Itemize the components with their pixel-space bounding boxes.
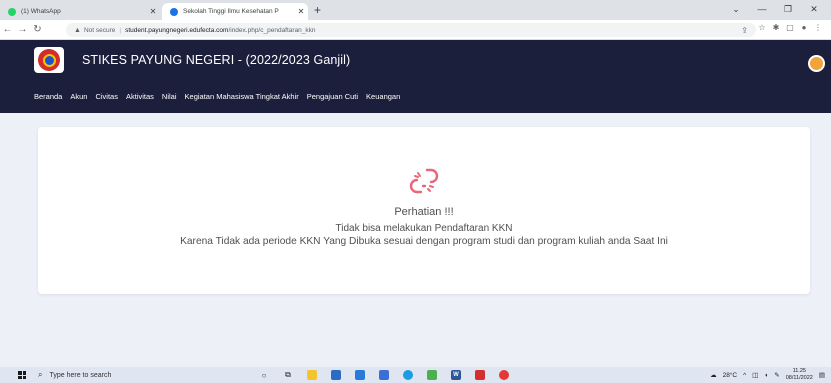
close-window-icon[interactable]: ✕ [801, 2, 827, 16]
taskbar-search[interactable]: ⌕ Type here to search [38, 368, 238, 382]
restore-icon[interactable]: ❐ [775, 2, 801, 16]
window-controls: ⌄ — ❐ ✕ [723, 2, 827, 16]
notifications-icon[interactable]: ▤ [819, 371, 825, 379]
pen-icon[interactable]: ✎ [774, 371, 779, 379]
profile-icon[interactable]: ● [797, 23, 811, 32]
menu-item-civitas[interactable]: Civitas [95, 92, 118, 101]
sidepanel-icon[interactable]: ▢ [783, 23, 797, 32]
tab-search-icon[interactable]: ⌄ [723, 2, 749, 16]
menu-item-aktivitas[interactable]: Aktivitas [126, 92, 154, 101]
weather-temp[interactable]: 28°C [723, 372, 738, 379]
tab-title: (1) WhatsApp [21, 8, 61, 15]
notice-line-2: Karena Tidak ada periode KKN Yang Dibuka… [180, 236, 668, 247]
security-label: Not secure [83, 26, 116, 34]
file-explorer-icon[interactable] [304, 369, 320, 381]
clock-date: 08/11/2022 [785, 375, 813, 381]
notice-title: Perhatian !!! [394, 206, 454, 218]
notice-card: Perhatian !!! Tidak bisa melakukan Penda… [38, 127, 810, 294]
minimize-icon[interactable]: — [749, 2, 775, 16]
tab-whatsapp[interactable]: (1) WhatsApp ✕ [0, 3, 160, 20]
system-tray: ☁ 28°C ^ ◫ ◖ ✎ 11.25 08/11/2022 ▤ [710, 368, 825, 382]
main-content: Perhatian !!! Tidak bisa melakukan Penda… [0, 113, 831, 367]
tab-stikes[interactable]: Sekolah Tinggi Ilmu Kesehatan P ✕ [162, 3, 308, 20]
user-avatar[interactable] [808, 55, 825, 72]
photos-icon[interactable] [424, 369, 440, 381]
url-path: /index.php/c_pendaftaran_kkn [228, 26, 316, 34]
tab-strip: (1) WhatsApp ✕ Sekolah Tinggi Ilmu Keseh… [0, 0, 831, 20]
close-tab-icon[interactable]: ✕ [146, 7, 160, 16]
menu-dots-icon[interactable]: ⋮ [811, 23, 825, 32]
browser-toolbar: ← → ↻ ▲ Not secure | student.payungneger… [0, 20, 831, 40]
broken-link-icon [409, 168, 439, 194]
menu-item-keuangan[interactable]: Keuangan [366, 92, 400, 101]
menu-item-pengajuan-cuti[interactable]: Pengajuan Cuti [307, 92, 358, 101]
chrome-icon[interactable] [496, 369, 512, 381]
extensions-icon[interactable]: ✱ [769, 23, 783, 32]
volume-icon[interactable]: ◖ [764, 372, 768, 379]
clock[interactable]: 11.25 08/11/2022 [786, 368, 813, 382]
main-menu: Beranda Akun Civitas Aktivitas Nilai Keg… [34, 92, 400, 101]
close-tab-icon[interactable]: ✕ [294, 7, 308, 16]
edge-icon[interactable] [400, 369, 416, 381]
search-placeholder: Type here to search [49, 371, 112, 379]
browser-window: (1) WhatsApp ✕ Sekolah Tinggi Ilmu Keseh… [0, 0, 831, 383]
taskbar-apps: ○ ⧉ W [256, 369, 512, 381]
search-icon: ⌕ [38, 370, 43, 379]
school-logo[interactable] [34, 47, 64, 73]
task-view-icon[interactable]: ⧉ [280, 369, 296, 381]
logo-emblem-icon [38, 49, 60, 71]
windows-taskbar: ⌕ Type here to search ○ ⧉ W ☁ 28°C ^ ◫ ◖… [0, 367, 831, 383]
share-icon[interactable]: ⇪ [741, 26, 748, 35]
weather-icon[interactable]: ☁ [710, 371, 717, 379]
new-tab-button[interactable]: + [314, 3, 321, 17]
site-favicon-icon [170, 7, 178, 16]
toolbar-icons: ☆ ✱ ▢ ● ⋮ [755, 23, 825, 32]
mail-icon[interactable] [352, 369, 368, 381]
tray-chevron-icon[interactable]: ^ [743, 372, 746, 379]
pdf-icon[interactable] [472, 369, 488, 381]
address-bar[interactable]: ▲ Not secure | student.payungnegeri.eduf… [66, 23, 756, 37]
word-icon[interactable]: W [448, 369, 464, 381]
forward-icon[interactable]: → [15, 24, 30, 35]
network-icon[interactable]: ◫ [752, 371, 758, 379]
bookmark-star-icon[interactable]: ☆ [755, 23, 769, 32]
teams-icon[interactable] [376, 369, 392, 381]
tab-title: Sekolah Tinggi Ilmu Kesehatan P [183, 8, 279, 15]
clock-time: 11.25 [792, 368, 806, 374]
menu-item-nilai[interactable]: Nilai [162, 92, 177, 101]
menu-item-beranda[interactable]: Beranda [34, 92, 62, 101]
windows-start-icon[interactable] [18, 371, 26, 379]
notice-line-1: Tidak bisa melakukan Pendaftaran KKN [335, 223, 513, 234]
reload-icon[interactable]: ↻ [30, 24, 45, 35]
back-icon[interactable]: ← [0, 24, 15, 35]
menu-item-akun[interactable]: Akun [70, 92, 87, 101]
menu-item-kegiatan-mahasiswa[interactable]: Kegiatan Mahasiswa Tingkat Akhir [185, 92, 299, 101]
site-title: STIKES PAYUNG NEGERI - (2022/2023 Ganjil… [82, 53, 351, 67]
site-header: STIKES PAYUNG NEGERI - (2022/2023 Ganjil… [0, 40, 831, 113]
url-host: student.payungnegeri.edufecta.com [125, 26, 229, 34]
warning-icon[interactable]: ▲ [74, 27, 81, 34]
store-icon[interactable] [328, 369, 344, 381]
separator: | [119, 26, 122, 34]
cortana-icon[interactable]: ○ [256, 369, 272, 381]
whatsapp-favicon-icon [8, 7, 16, 16]
